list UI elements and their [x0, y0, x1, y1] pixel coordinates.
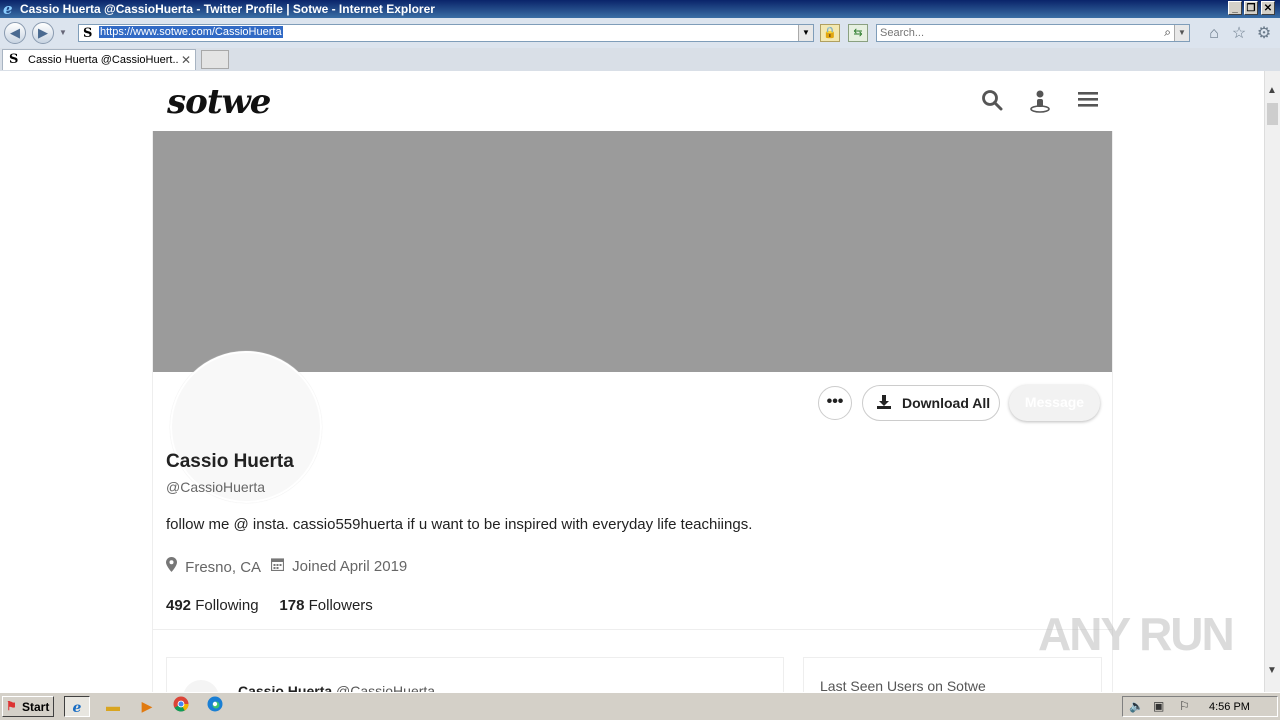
action-center-flag-icon[interactable]: ⚐: [1179, 699, 1190, 713]
location-text: Fresno, CA: [185, 559, 262, 576]
taskbar-chrome-icon[interactable]: [168, 696, 194, 717]
clock[interactable]: 4:56 PM: [1209, 701, 1250, 713]
last-seen-users-card: Last Seen Users on Sotwe: [803, 657, 1102, 692]
tab-sotwe-profile[interactable]: S Cassio Huerta @CassioHuert... ✕: [2, 49, 196, 70]
internet-explorer-icon: e: [3, 0, 13, 18]
window-titlebar: e Cassio Huerta @CassioHuerta - Twitter …: [0, 0, 1280, 18]
followers-label: Followers: [308, 597, 373, 614]
home-icon[interactable]: ⌂: [1204, 24, 1224, 44]
user-icon[interactable]: [1028, 89, 1052, 113]
scroll-down-icon[interactable]: ▼: [1267, 665, 1277, 676]
download-all-button[interactable]: Download All: [862, 385, 1000, 421]
profile-stats: 492 Following 178 Followers: [166, 597, 373, 614]
back-button[interactable]: ◀: [4, 22, 26, 44]
page-viewport: sotwe ••• Download All Message Cassio Hu…: [0, 71, 1264, 692]
followers-link[interactable]: 178 Followers: [279, 597, 372, 614]
tab-label: Cassio Huerta @CassioHuert...: [28, 54, 178, 66]
start-label: Start: [22, 700, 50, 714]
more-options-button[interactable]: •••: [818, 386, 852, 420]
tweet-author[interactable]: Cassio Huerta @CassioHuerta: [238, 683, 435, 692]
system-tray: 🔈 ▣ ⚐ 4:56 PM: [1122, 696, 1278, 717]
window-title: Cassio Huerta @CassioHuerta - Twitter Pr…: [20, 2, 435, 16]
anyrun-watermark: ANY RUN: [1038, 608, 1235, 660]
taskbar-media-player-icon[interactable]: ▶: [134, 696, 160, 717]
tab-bar: S Cassio Huerta @CassioHuert... ✕: [0, 48, 1280, 71]
address-text[interactable]: https://www.sotwe.com/CassioHuerta: [99, 26, 283, 38]
profile-banner: [153, 131, 1112, 372]
address-input[interactable]: S https://www.sotwe.com/CassioHuerta ▼: [78, 24, 814, 42]
scroll-up-icon[interactable]: ▲: [1267, 85, 1277, 96]
site-favicon-icon: S: [83, 26, 93, 41]
profile-handle: @CassioHuerta: [166, 479, 266, 495]
section-divider: [153, 629, 1112, 630]
download-icon: [876, 394, 892, 414]
forward-button[interactable]: ▶: [32, 22, 54, 44]
taskbar-internet-explorer-icon[interactable]: e: [64, 696, 90, 717]
tweet-author-name: Cassio Huerta: [238, 683, 333, 692]
lock-icon[interactable]: 🔒: [820, 24, 840, 42]
tab-favicon-icon: S: [9, 52, 19, 67]
search-icon[interactable]: [980, 89, 1004, 113]
tab-close-icon[interactable]: ✕: [181, 53, 191, 67]
back-arrow-icon: ◀: [10, 25, 20, 40]
search-box[interactable]: ⌕ ▼: [876, 24, 1190, 42]
vertical-scrollbar[interactable]: ▲ ▼: [1264, 71, 1280, 692]
start-button[interactable]: ⚑ Start: [2, 696, 54, 717]
profile-bio: follow me @ insta. cassio559huerta if u …: [166, 516, 753, 533]
network-icon[interactable]: ▣: [1153, 699, 1164, 713]
search-input[interactable]: [880, 26, 1150, 40]
taskbar-file-explorer-icon[interactable]: ▬: [100, 696, 126, 717]
menu-icon[interactable]: [1076, 89, 1100, 113]
restore-button[interactable]: ❐: [1244, 1, 1258, 15]
history-dropdown-icon[interactable]: ▼: [59, 28, 67, 37]
volume-icon[interactable]: 🔈: [1129, 699, 1144, 713]
scroll-thumb[interactable]: [1267, 103, 1278, 125]
profile-name: Cassio Huerta: [166, 451, 294, 472]
windows-flag-icon: ⚑: [6, 699, 17, 713]
address-dropdown-icon[interactable]: ▼: [798, 25, 813, 41]
refresh-icon[interactable]: ⇆: [848, 24, 868, 42]
tweet-author-handle: @CassioHuerta: [336, 683, 436, 692]
sotwe-logo[interactable]: sotwe: [167, 82, 271, 122]
profile-joined: Joined April 2019: [270, 557, 408, 575]
taskbar: ⚑ Start e ▬ ▶ 🔈 ▣ ⚐ 4:56 PM: [0, 692, 1280, 720]
address-bar-row: ◀ ▶ ▼ S https://www.sotwe.com/CassioHuer…: [0, 18, 1280, 49]
minimize-button[interactable]: _: [1228, 1, 1242, 15]
taskbar-edge-icon[interactable]: [202, 696, 228, 717]
following-label: Following: [195, 597, 259, 614]
tweet-avatar[interactable]: [183, 680, 219, 692]
following-link[interactable]: 492 Following: [166, 597, 259, 614]
forward-arrow-icon: ▶: [38, 25, 48, 40]
joined-text: Joined April 2019: [292, 558, 408, 575]
calendar-icon: [270, 558, 288, 575]
close-window-button[interactable]: ✕: [1261, 1, 1275, 15]
profile-card: ••• Download All Message Cassio Huerta @…: [152, 131, 1113, 692]
favorites-star-icon[interactable]: ☆: [1229, 24, 1249, 44]
last-seen-users-title: Last Seen Users on Sotwe: [820, 678, 986, 692]
location-pin-icon: [166, 557, 181, 576]
tools-gear-icon[interactable]: ⚙: [1254, 24, 1274, 44]
message-button[interactable]: Message: [1009, 385, 1100, 421]
profile-location: Fresno, CA: [166, 557, 261, 576]
tweet-card[interactable]: Cassio Huerta @CassioHuerta: [166, 657, 784, 692]
new-tab-button[interactable]: [201, 50, 229, 69]
search-icon[interactable]: ⌕: [1164, 25, 1171, 40]
search-dropdown-icon[interactable]: ▼: [1174, 25, 1189, 41]
following-count: 492: [166, 597, 192, 614]
followers-count: 178: [279, 597, 305, 614]
download-all-label: Download All: [902, 395, 991, 411]
